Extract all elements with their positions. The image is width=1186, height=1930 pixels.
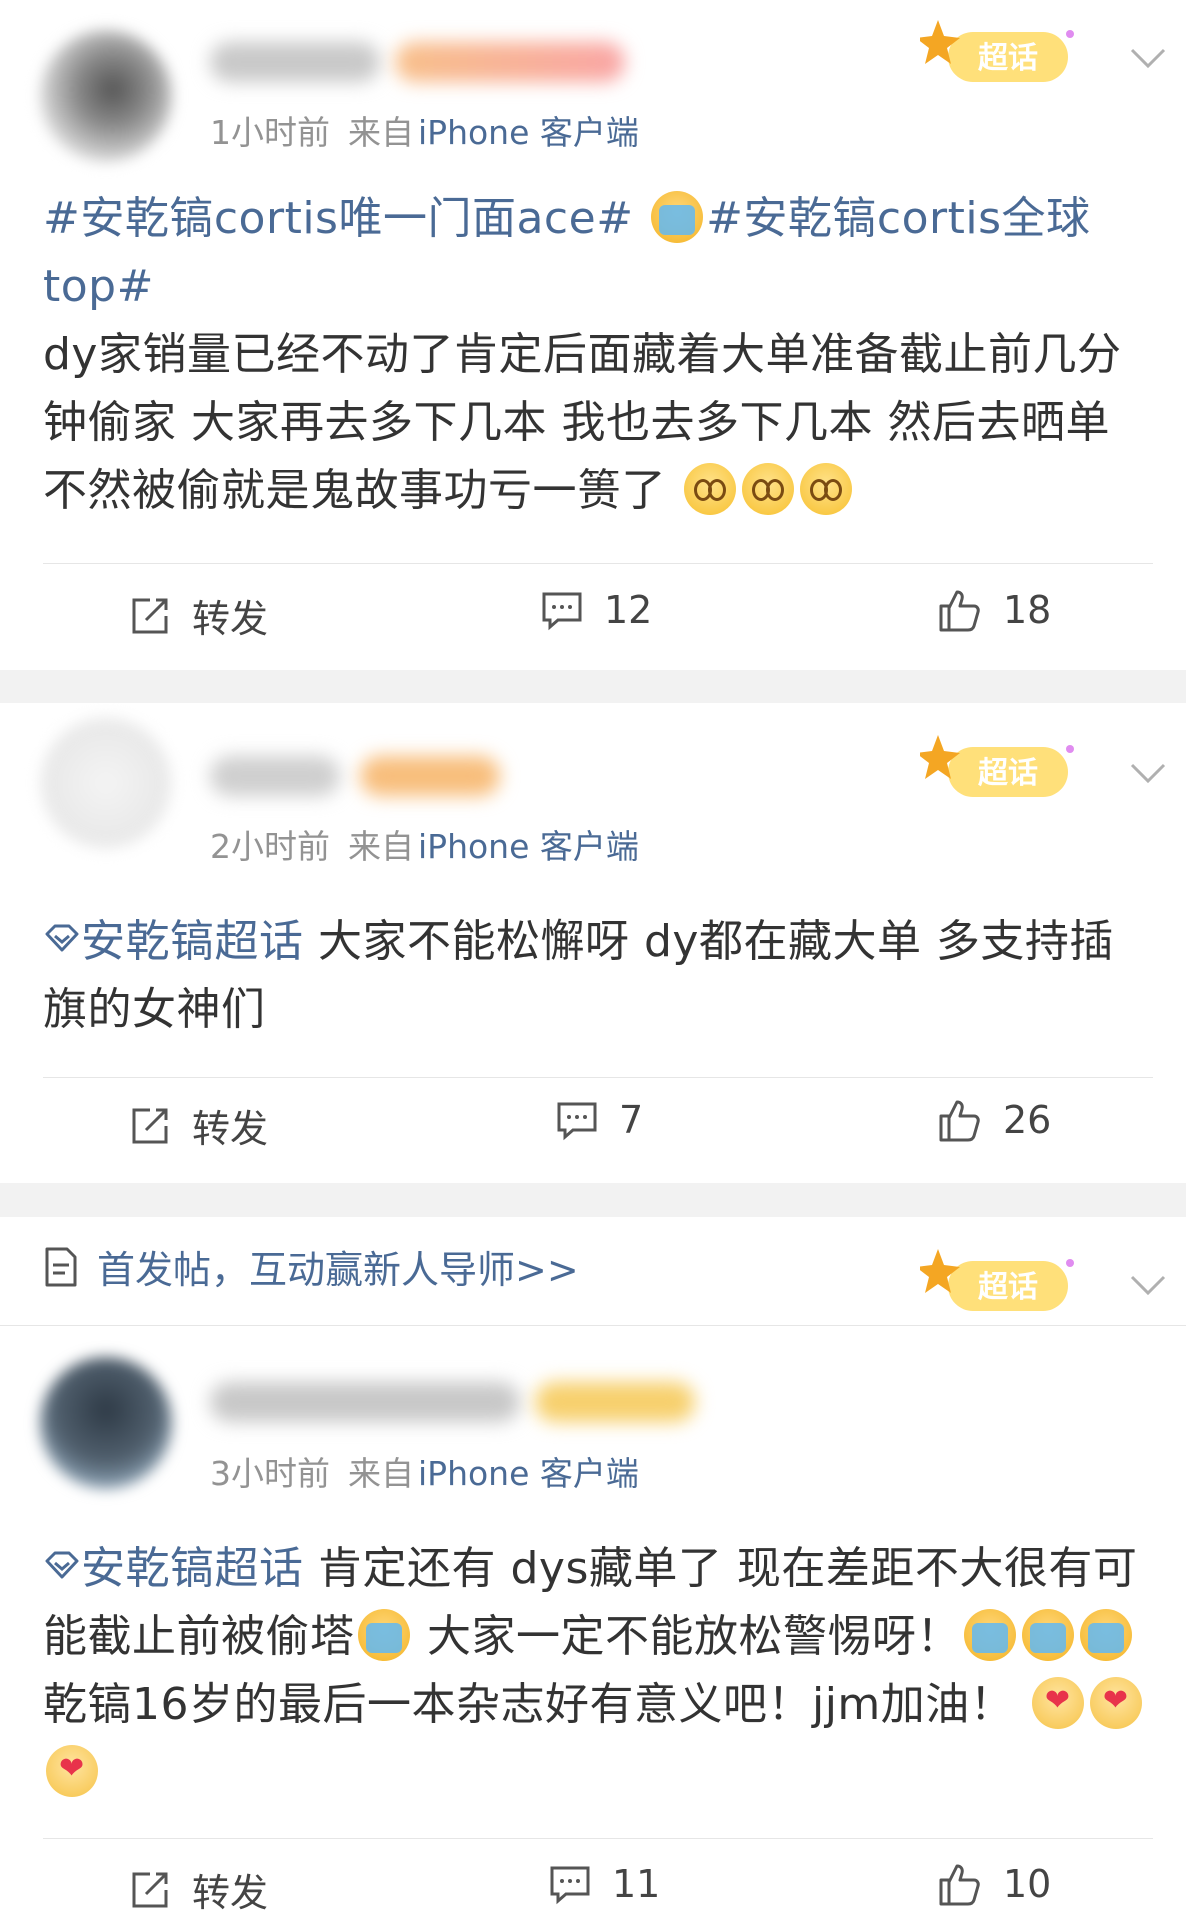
super-topic-badge[interactable]: 超话 [920, 733, 1090, 805]
post-text: dy家销量已经不动了肯定后面藏着大单准备截止前几分钟偷家 大家再去多下几本 我也… [43, 329, 1122, 516]
emoji-face [683, 463, 736, 515]
post-time: 2小时前 [210, 827, 330, 866]
notice-text: 首发帖，互动赢新人导师>> [97, 1248, 579, 1292]
badge-label: 超话 [978, 1270, 1038, 1305]
comment-icon [542, 592, 582, 631]
post-text: 乾镐16岁的最后一本杂志好有意义吧！jjm加油！ [43, 1679, 1015, 1730]
divider [43, 1077, 1153, 1078]
avatar[interactable] [40, 717, 172, 849]
repost-button[interactable]: 转发 [128, 588, 268, 643]
topic-link[interactable]: 安乾镐超话 [81, 1543, 304, 1594]
super-topic-icon [45, 924, 79, 952]
username-blurred[interactable] [210, 1382, 520, 1422]
user-tag-blurred [535, 1382, 695, 1422]
repost-button[interactable]: 转发 [128, 1098, 268, 1153]
avatar[interactable] [40, 1357, 172, 1489]
avatar[interactable] [40, 30, 172, 162]
source-prefix: 来自 [348, 827, 414, 866]
repost-button[interactable]: 转发 [128, 1862, 268, 1917]
post-content: 安乾镐超话 大家不能松懈呀 dy都在藏大单 多支持插旗的女神们 [43, 908, 1153, 1044]
username-blurred[interactable] [210, 42, 380, 82]
user-tag-blurred [360, 756, 500, 796]
first-post-notice[interactable]: 首发帖，互动赢新人导师>> [43, 1239, 579, 1294]
thumbs-up-icon [939, 590, 980, 632]
post-content: #安乾镐cortis唯一门面ace# #安乾镐cortis全球top# dy家销… [43, 185, 1153, 525]
post-card: 2小时前 来自 iPhone 客户端 超话 安乾镐超话 大家不能松懈呀 dy都在藏大… [0, 703, 1186, 1173]
comment-button[interactable]: 12 [540, 588, 652, 632]
crying-face-emoji [1080, 1609, 1132, 1661]
post-meta: 2小时前 来自 iPhone 客户端 [210, 820, 639, 868]
post-text: 大家一定不能放松警惕呀！ [412, 1611, 961, 1662]
super-topic-icon [45, 1551, 79, 1579]
badge-label: 超话 [978, 756, 1038, 791]
post-meta: 3小时前 来自 iPhone 客户端 [210, 1447, 639, 1495]
repost-icon [132, 598, 168, 633]
source-device[interactable]: iPhone 客户端 [418, 827, 639, 866]
chevron-down-icon[interactable] [1128, 38, 1168, 78]
thumbs-up-icon [939, 1100, 980, 1142]
comment-count: 7 [619, 1098, 644, 1142]
post-separator [0, 1183, 1186, 1217]
source-prefix: 来自 [348, 1454, 414, 1493]
topic-link[interactable]: 安乾镐超话 [81, 916, 304, 967]
emoji-face [799, 463, 852, 515]
badge-label: 超话 [978, 41, 1038, 76]
like-button[interactable]: 26 [935, 1096, 1051, 1144]
crying-face-emoji [357, 1609, 410, 1661]
chevron-down-icon[interactable] [1128, 1265, 1168, 1305]
divider [0, 1325, 1186, 1326]
comment-button[interactable]: 7 [555, 1098, 643, 1142]
post-time: 3小时前 [210, 1454, 330, 1493]
crying-face-emoji [651, 191, 704, 243]
emoji-face [741, 463, 794, 515]
post-meta: 1小时前 来自 iPhone 客户端 [210, 106, 639, 154]
post-card: 首发帖，互动赢新人导师>> 超话 3小时前 来自 iPhone 客户端 安乾镐超话 … [0, 1217, 1186, 1930]
repost-label: 转发 [192, 597, 269, 641]
heart-face-emoji [46, 1745, 98, 1797]
repost-icon [132, 1872, 168, 1907]
source-device[interactable]: iPhone 客户端 [418, 113, 639, 152]
username-blurred[interactable] [210, 756, 340, 796]
like-count: 10 [1003, 1862, 1052, 1906]
repost-icon [132, 1108, 168, 1143]
comment-count: 11 [612, 1862, 661, 1906]
post-separator [0, 670, 1186, 703]
source-device[interactable]: iPhone 客户端 [418, 1454, 639, 1493]
like-button[interactable]: 18 [935, 586, 1051, 634]
post-time: 1小时前 [210, 113, 330, 152]
comment-button[interactable]: 11 [548, 1862, 660, 1906]
comment-count: 12 [604, 588, 653, 632]
user-tag-blurred [395, 42, 625, 82]
like-count: 18 [1003, 588, 1052, 632]
super-topic-badge[interactable]: 超话 [920, 18, 1090, 90]
crying-face-emoji [964, 1609, 1016, 1661]
crying-face-emoji [1022, 1609, 1074, 1661]
repost-label: 转发 [192, 1871, 269, 1915]
thumbs-up-icon [939, 1864, 980, 1906]
comment-icon [557, 1102, 597, 1141]
post-content: 安乾镐超话 肯定还有 dys藏单了 现在差距不大很有可能截止前被偷塔 大家一定不… [43, 1535, 1153, 1807]
heart-face-emoji [1031, 1677, 1084, 1729]
like-count: 26 [1003, 1098, 1052, 1142]
super-topic-badge[interactable]: 超话 [920, 1247, 1090, 1319]
comment-icon [550, 1866, 590, 1905]
chevron-down-icon[interactable] [1128, 753, 1168, 793]
heart-face-emoji [1089, 1677, 1142, 1729]
source-prefix: 来自 [348, 113, 414, 152]
like-button[interactable]: 10 [935, 1860, 1051, 1908]
post-card: 1小时前 来自 iPhone 客户端 超话 #安乾镐cortis唯一门面ace# #… [0, 0, 1186, 641]
divider [43, 563, 1153, 564]
divider [43, 1838, 1153, 1839]
topic-link[interactable]: #安乾镐cortis唯一门面ace# [43, 193, 634, 244]
repost-label: 转发 [192, 1107, 269, 1151]
document-icon [45, 1247, 77, 1286]
